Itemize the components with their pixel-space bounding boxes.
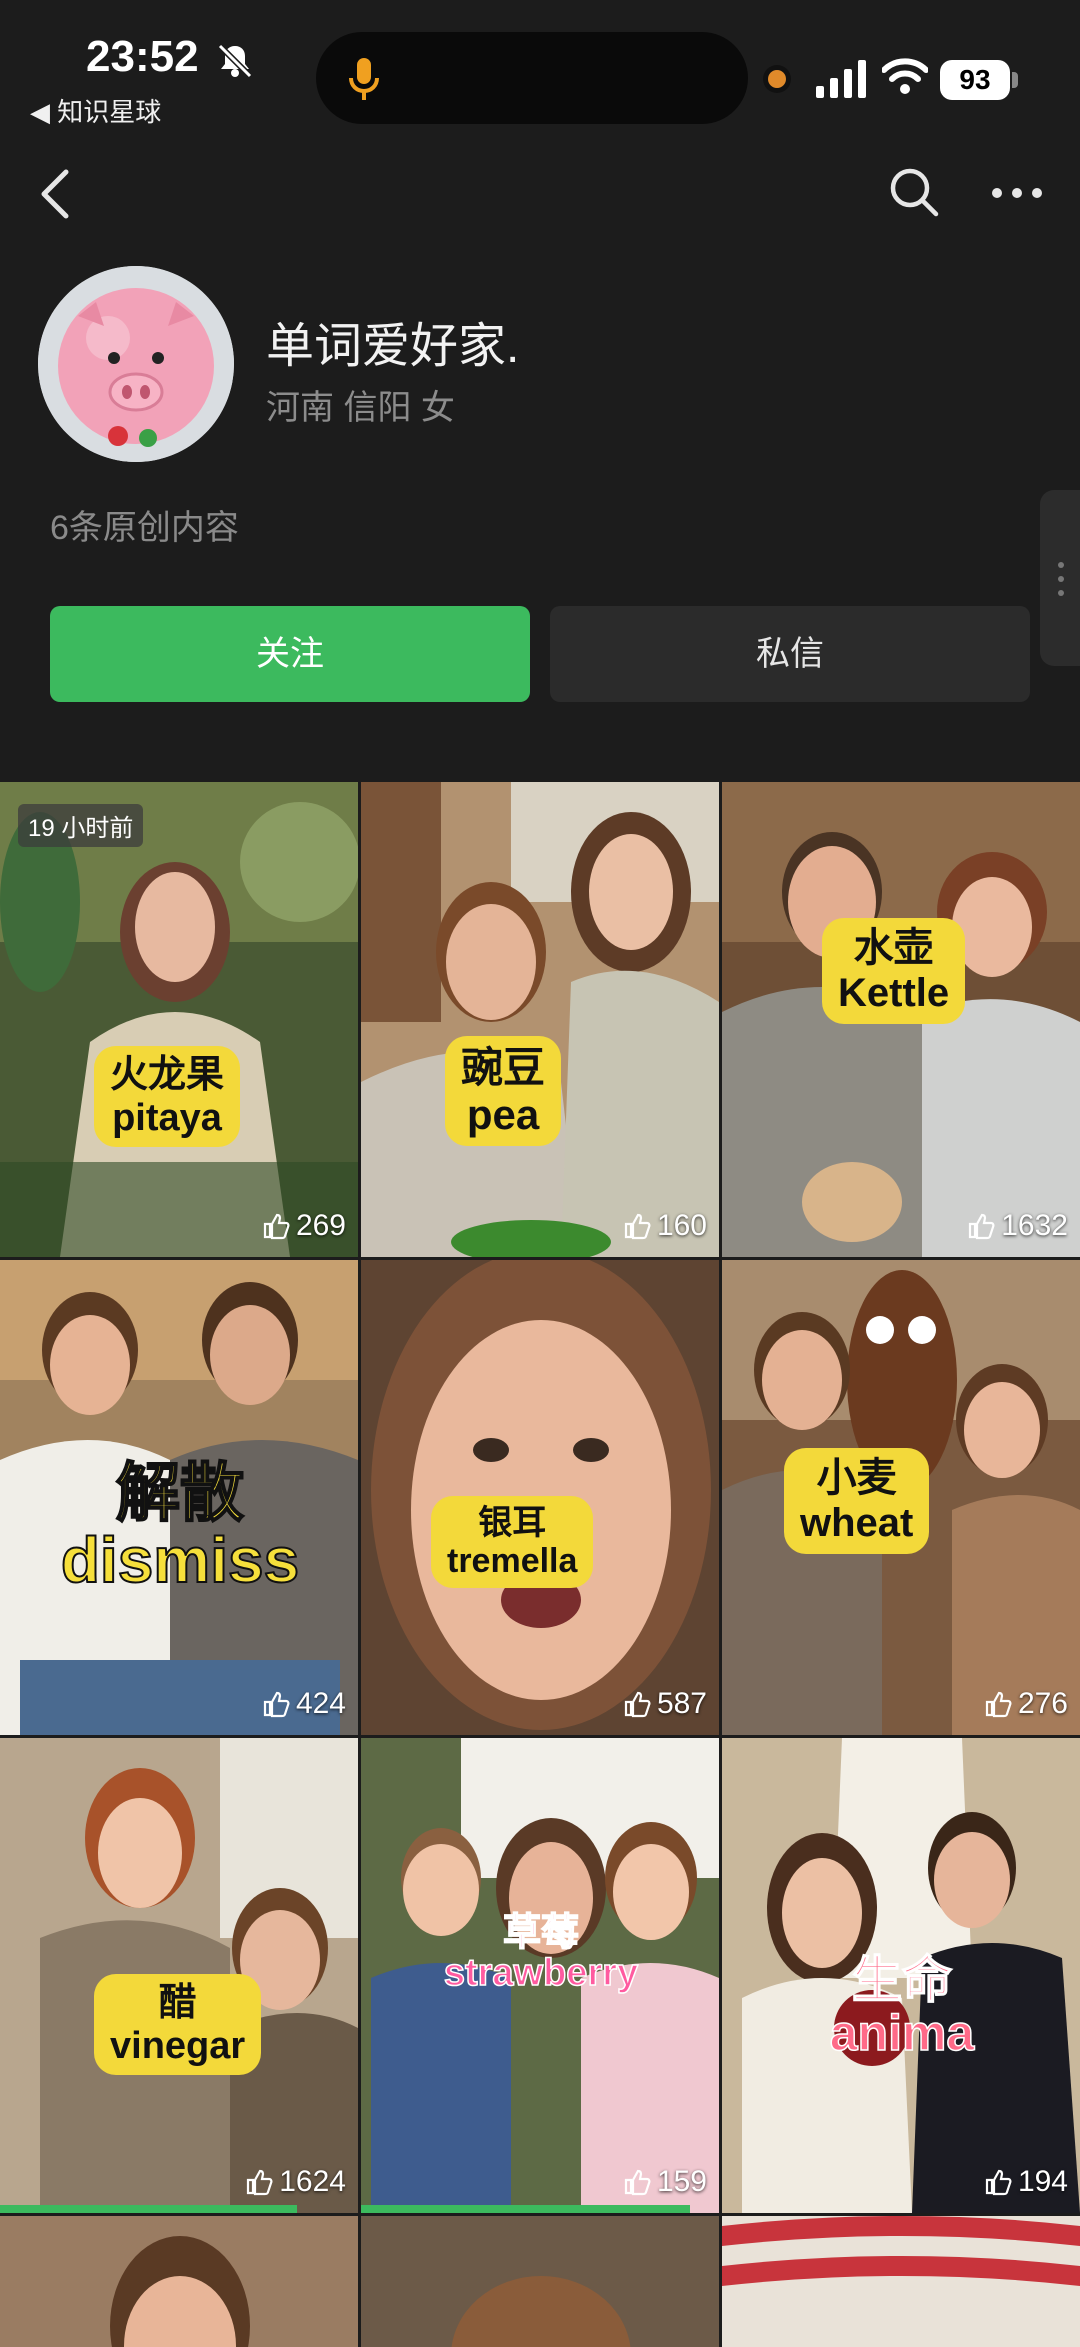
like-count: 269 [262, 1209, 346, 1243]
word-english: wheat [800, 1500, 914, 1545]
cellular-signal-icon [816, 60, 866, 98]
word-chinese: 草莓 [502, 1912, 580, 1954]
word-label: 解散 dismiss [40, 1457, 320, 1597]
like-number: 424 [295, 1687, 346, 1720]
more-options-icon[interactable] [990, 178, 1044, 208]
word-english: Kettle [838, 970, 950, 1015]
like-number: 587 [656, 1687, 707, 1720]
word-label: 豌豆 pea [445, 1036, 562, 1147]
word-english: pea [466, 1091, 540, 1139]
like-number: 160 [656, 1209, 707, 1242]
word-english: strawberry [443, 1951, 639, 1994]
like-count: 276 [984, 1687, 1068, 1721]
video-thumbnail [361, 2216, 719, 2347]
watch-progress-bar [0, 2205, 298, 2213]
word-english: pitaya [112, 1096, 222, 1139]
video-tile[interactable]: 生命 anima 194 [722, 1738, 1080, 2213]
message-button[interactable]: 私信 [550, 606, 1030, 702]
battery-level: 93 [940, 60, 1010, 100]
search-icon[interactable] [888, 166, 940, 218]
thumbs-up-icon [247, 2169, 273, 2196]
thumbs-up-icon [985, 2169, 1012, 2196]
watch-progress-bar [361, 2205, 691, 2213]
status-bar: 23:52 ◀ 知识星球 93 [0, 0, 1080, 140]
video-tile[interactable] [722, 2216, 1080, 2347]
video-tile[interactable]: 豌豆 pea 160 [361, 782, 719, 1257]
avatar[interactable] [38, 266, 234, 462]
word-english: anima [829, 2004, 975, 2061]
video-tile[interactable]: 19 小时前 火龙果 pitaya 269 [0, 782, 358, 1257]
like-count: 159 [623, 2165, 707, 2199]
video-thumbnail [0, 782, 358, 1257]
video-tile[interactable]: 解散 dismiss 424 [0, 1260, 358, 1735]
battery-tip [1012, 72, 1018, 88]
pig-avatar-image [38, 266, 234, 462]
thumbs-up-icon [985, 1691, 1012, 1718]
video-thumbnail [361, 782, 719, 1257]
word-label: 生命 anima [762, 1952, 1042, 2061]
word-label: 水壶 Kettle [822, 918, 966, 1024]
word-label: 醋 vinegar [94, 1974, 262, 2076]
recording-indicator-icon [768, 70, 786, 88]
post-time-badge: 19 小时前 [18, 804, 144, 847]
word-english: dismiss [60, 1524, 300, 1597]
thumbs-up-icon [263, 1691, 290, 1718]
word-label: 草莓 strawberry [401, 1912, 681, 1994]
video-thumbnail [0, 2216, 358, 2347]
word-chinese: 生命 [851, 1952, 953, 2008]
thumbs-up-icon [969, 1213, 995, 1240]
word-chinese: 醋 [158, 1982, 197, 2024]
microphone-icon [349, 58, 379, 100]
follow-button[interactable]: 关注 [50, 606, 530, 702]
video-tile[interactable]: 银耳 tremella 587 [361, 1260, 719, 1735]
bell-muted-icon [217, 43, 253, 79]
like-number: 194 [1017, 2165, 1068, 2198]
word-label: 小麦 wheat [784, 1448, 930, 1554]
video-grid: 19 小时前 火龙果 pitaya 269 豌豆 pea 160 水壶 Kett… [0, 782, 1080, 2347]
word-chinese: 小麦 [816, 1456, 897, 1500]
like-number: 1632 [1001, 1209, 1068, 1242]
word-label: 火龙果 pitaya [94, 1046, 241, 1148]
like-count: 424 [262, 1687, 346, 1721]
like-number: 269 [295, 1209, 346, 1242]
original-posts-count: 6条原创内容 [50, 509, 239, 547]
video-tile[interactable]: 水壶 Kettle 1632 [722, 782, 1080, 1257]
video-tile[interactable]: 小麦 wheat 276 [722, 1260, 1080, 1735]
word-chinese: 火龙果 [110, 1054, 225, 1096]
word-chinese: 豌豆 [461, 1044, 546, 1091]
like-number: 276 [1017, 1687, 1068, 1720]
like-count: 587 [623, 1687, 707, 1721]
word-chinese: 银耳 [478, 1504, 547, 1542]
word-chinese: 解散 [115, 1457, 245, 1529]
like-number: 159 [656, 2165, 707, 2198]
video-tile[interactable]: 醋 vinegar 1624 [0, 1738, 358, 2213]
word-label: 银耳 tremella [431, 1496, 594, 1589]
word-english: tremella [447, 1542, 578, 1581]
word-chinese: 水壶 [853, 926, 934, 970]
back-arrow-icon[interactable] [38, 168, 72, 220]
video-tile[interactable]: 草莓 strawberry 159 [361, 1738, 719, 2213]
wifi-icon [882, 58, 928, 94]
thumbs-up-icon [624, 1213, 651, 1240]
profile-location: 河南 信阳 女 [266, 389, 455, 427]
thumbs-up-icon [263, 1213, 290, 1240]
video-tile[interactable] [0, 2216, 358, 2347]
back-to-app-link[interactable]: ◀ 知识星球 [30, 92, 161, 129]
like-count: 160 [623, 1209, 707, 1243]
like-count: 1624 [245, 2165, 346, 2199]
side-drawer-handle[interactable] [1040, 490, 1080, 666]
like-count: 194 [984, 2165, 1068, 2199]
thumbs-up-icon [624, 2169, 651, 2196]
video-tile[interactable] [361, 2216, 719, 2347]
clock: 23:52 [86, 32, 199, 81]
like-number: 1624 [279, 2165, 346, 2198]
thumbs-up-icon [624, 1691, 651, 1718]
like-count: 1632 [967, 1209, 1068, 1243]
video-thumbnail [722, 2216, 1080, 2347]
profile-name: 单词爱好家. [266, 320, 520, 373]
word-english: vinegar [110, 2024, 246, 2067]
